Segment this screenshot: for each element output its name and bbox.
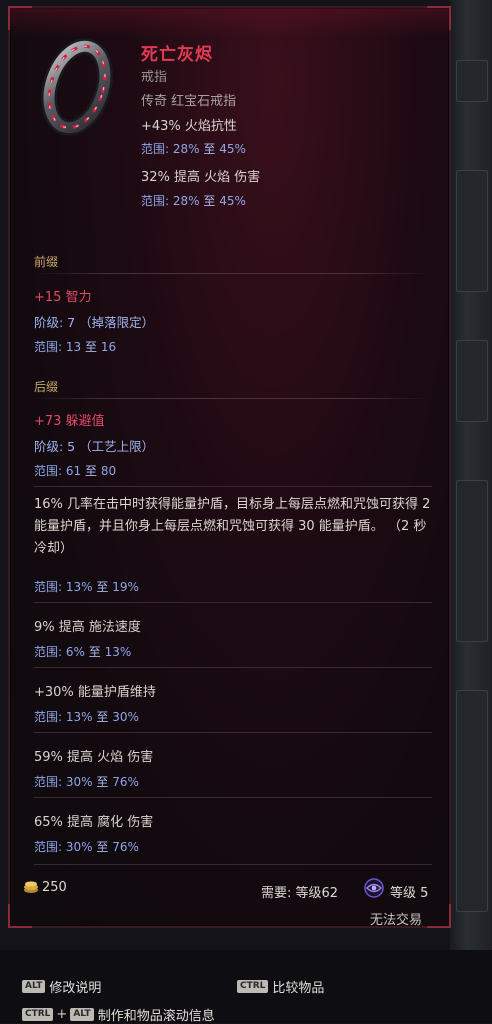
frame-corner xyxy=(427,904,451,928)
controls-bar: ALT 修改说明 CTRL 比较物品 CTRL + ALT 制作和物品滚动信息 xyxy=(0,950,492,1024)
prefix-stat: +15 智力 xyxy=(34,290,92,305)
divider xyxy=(34,667,432,668)
unique-mod-range: 范围: 6% 至 13% xyxy=(34,645,132,659)
suffix-header: 后缀 xyxy=(34,380,59,394)
suffix-range: 范围: 61 至 80 xyxy=(34,464,117,478)
gold-value: 250 xyxy=(42,880,67,895)
faction-level: 等级 5 xyxy=(390,886,429,901)
hint-label: 制作和物品滚动信息 xyxy=(97,1009,215,1024)
plus-sign: + xyxy=(56,1007,68,1022)
item-rarity: 传奇 红宝石戒指 xyxy=(141,94,237,109)
background-tile xyxy=(456,480,488,642)
divider xyxy=(34,797,432,798)
trade-status: 无法交易 xyxy=(370,913,423,928)
background-panel xyxy=(450,0,492,1023)
ctrl-key: CTRL xyxy=(237,980,269,993)
divider xyxy=(34,732,432,733)
background-tile xyxy=(456,690,488,912)
prefix-range: 范围: 13 至 16 xyxy=(34,340,117,354)
hint-label: 修改说明 xyxy=(49,981,102,996)
implicit-stat: 32% 提高 火焰 伤害 xyxy=(141,170,261,185)
item-type: 戒指 xyxy=(141,70,168,85)
hint-alt: ALT 修改说明 xyxy=(22,977,101,996)
faction-icon xyxy=(364,878,384,898)
unique-mod-range: 范围: 30% 至 76% xyxy=(34,840,139,854)
implicit-range: 范围: 28% 至 45% xyxy=(141,142,246,156)
unique-mod-range: 范围: 13% 至 19% xyxy=(34,580,139,594)
suffix-stat: +73 躲避值 xyxy=(34,414,105,429)
divider xyxy=(34,273,432,274)
hint-label: 比较物品 xyxy=(272,981,325,996)
prefix-header: 前缀 xyxy=(34,255,59,269)
divider xyxy=(34,398,432,399)
background-tile xyxy=(456,340,488,422)
suffix-tier: 阶级: 5 （工艺上限） xyxy=(34,439,155,454)
hint-ctrl: CTRL 比较物品 xyxy=(237,977,324,996)
unique-mod-text: 9% 提高 施法速度 xyxy=(34,620,141,635)
unique-mod-range: 范围: 30% 至 76% xyxy=(34,775,139,789)
ctrl-key: CTRL xyxy=(22,1008,54,1021)
divider xyxy=(34,486,432,487)
frame-corner xyxy=(8,6,32,30)
implicit-range: 范围: 28% 至 45% xyxy=(141,194,246,208)
alt-key: ALT xyxy=(22,980,46,993)
unique-mod-text: 59% 提高 火焰 伤害 xyxy=(34,750,154,765)
gold-icon xyxy=(24,881,38,893)
unique-mod-text: 65% 提高 腐化 伤害 xyxy=(34,815,154,830)
divider xyxy=(34,602,432,603)
divider xyxy=(34,864,432,865)
item-name: 死亡灰烬 xyxy=(141,45,213,65)
background-tile xyxy=(456,170,488,292)
item-tooltip: 死亡灰烬 戒指 传奇 红宝石戒指 +43% 火焰抗性 范围: 28% 至 45%… xyxy=(8,6,451,928)
unique-mod-text: +30% 能量护盾维持 xyxy=(34,685,156,700)
frame-corner xyxy=(8,904,32,928)
level-requirement: 需要: 等级62 xyxy=(261,886,339,901)
unique-mod-range: 范围: 13% 至 30% xyxy=(34,710,139,724)
frame-corner xyxy=(427,6,451,30)
prefix-tier: 阶级: 7 （掉落限定） xyxy=(34,315,155,330)
background-tile xyxy=(456,60,488,102)
alt-key: ALT xyxy=(70,1008,94,1021)
unique-mod-text: 16% 几率在击中时获得能量护盾，目标身上每层点燃和咒蚀可获得 2 能量护盾，并… xyxy=(34,497,431,556)
ring-icon xyxy=(41,38,113,136)
implicit-stat: +43% 火焰抗性 xyxy=(141,119,237,134)
hint-combo: CTRL + ALT 制作和物品滚动信息 xyxy=(22,1005,215,1024)
